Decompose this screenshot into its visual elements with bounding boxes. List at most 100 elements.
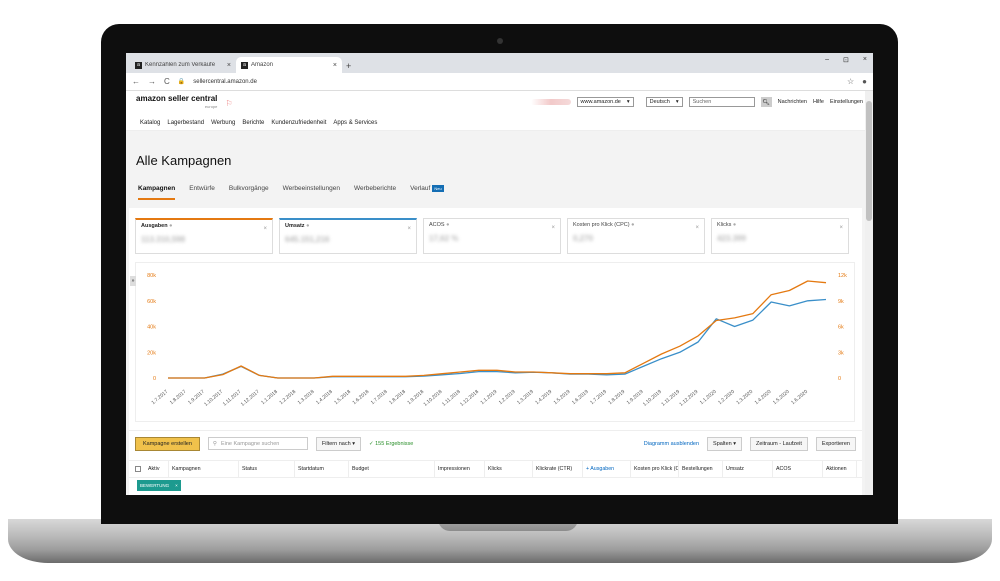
close-icon[interactable]: × xyxy=(263,226,267,232)
help-link[interactable]: Hilfe xyxy=(813,99,824,105)
period-button[interactable]: Zeitraum - Laufzeit xyxy=(750,436,808,451)
filter-button[interactable]: Filtern nach ▾ xyxy=(315,436,361,451)
column-header[interactable]: Kampagnen xyxy=(169,461,239,477)
column-header[interactable]: Budget xyxy=(349,461,435,477)
close-tab-icon[interactable]: × xyxy=(333,62,337,69)
nav-item-inventory[interactable]: Lagerbestand xyxy=(167,120,204,126)
y-left-tick-label: 40k xyxy=(147,325,156,331)
minimize-button[interactable]: – xyxy=(825,56,829,64)
column-header[interactable]: Umsatz xyxy=(723,461,773,477)
column-header[interactable]: ACOS xyxy=(773,461,823,477)
results-count: ✓ 155 Ergebnisse xyxy=(368,440,414,447)
metric-card-spend[interactable]: Ausgaben ● 113.310,598 × xyxy=(135,218,273,254)
header-right: www.amazon.de ▾ Deutsch ▾ Suchen 🔍︎ Nachri… xyxy=(530,97,863,107)
nav-item-customer-satisfaction[interactable]: Kundenzufriedenheit xyxy=(271,120,326,126)
maximize-button[interactable]: ⊡ xyxy=(843,56,849,64)
tab-ad-reports[interactable]: Werbeberichte xyxy=(354,185,396,200)
metric-value: 17,62 % xyxy=(429,234,459,243)
x-tick-label: 1.2.2020 xyxy=(717,389,736,406)
export-button[interactable]: Exportieren xyxy=(815,436,856,451)
language-select[interactable]: Deutsch ▾ xyxy=(645,97,683,107)
x-tick-label: 1.7.2017 xyxy=(151,389,170,406)
metric-label: Klicks ● xyxy=(717,222,737,228)
tab-drafts[interactable]: Entwürfe xyxy=(189,185,215,200)
y-right-tick-label: 12k xyxy=(838,273,847,279)
metric-card-cpc[interactable]: Kosten pro Klick (CPC) ● 0,270 × xyxy=(567,218,705,254)
x-tick-label: 1.3.2018 xyxy=(297,389,316,406)
nav-item-reports[interactable]: Berichte xyxy=(242,120,264,126)
browser-tab-active[interactable]: a Amazon × xyxy=(236,57,342,73)
new-tab-button[interactable]: + xyxy=(346,61,351,71)
metric-card-sales[interactable]: Umsatz ● 645.151,216 × xyxy=(279,218,417,254)
nav-item-advertising[interactable]: Werbung xyxy=(211,120,235,126)
messages-link[interactable]: Nachrichten xyxy=(778,99,807,105)
metric-card-clicks[interactable]: Klicks ● 423.399 × xyxy=(711,218,849,254)
x-tick-label: 1.1.2020 xyxy=(699,389,718,406)
close-icon[interactable]: × xyxy=(695,225,699,231)
filter-chip[interactable]: BEWERTUNG × xyxy=(137,480,181,491)
column-header[interactable]: Startdatum xyxy=(295,461,349,477)
star-icon[interactable]: ☆ xyxy=(847,77,854,86)
collapse-sidebar-icon[interactable]: » xyxy=(130,276,136,286)
metric-card-acos[interactable]: ACOS ● 17,62 % × xyxy=(423,218,561,254)
info-icon: ● xyxy=(732,222,737,228)
performance-chart: » 0 20k 40k 60k 80k 0 3k 6k 9k 12k 1.7.2017 1.8.201… xyxy=(130,262,855,422)
url-field[interactable]: sellercentral.amazon.de xyxy=(193,79,839,85)
x-tick-label: 1.5.2018 xyxy=(333,389,352,406)
browser-tab[interactable]: a Kennzahlen zum Verkäufe × xyxy=(130,57,236,73)
column-header[interactable]: Bestellungen xyxy=(679,461,723,477)
column-header[interactable]: Aktionen xyxy=(823,461,857,477)
window-controls: – ⊡ × xyxy=(825,56,867,64)
column-header[interactable]: Klicks xyxy=(485,461,533,477)
column-header[interactable]: Impressionen xyxy=(435,461,485,477)
tab-history[interactable]: Verlauf Neu xyxy=(410,185,444,200)
tab-ad-settings[interactable]: Werbeeinstellungen xyxy=(283,185,340,200)
tab-label: Amazon xyxy=(251,62,274,68)
search-icon: ⚲ xyxy=(212,440,217,447)
close-window-button[interactable]: × xyxy=(863,56,867,64)
header-search-input[interactable]: Suchen xyxy=(688,97,755,107)
campaign-tabs: Kampagnen Entwürfe Bulkvorgänge Werbeein… xyxy=(138,185,444,200)
tab-campaigns[interactable]: Kampagnen xyxy=(138,185,176,200)
x-tick-label: 1.12.2018 xyxy=(459,389,480,408)
nav-item-catalog[interactable]: Katalog xyxy=(140,120,160,126)
close-tab-icon[interactable]: × xyxy=(227,62,231,69)
column-header[interactable]: Status xyxy=(239,461,295,477)
scrollbar-thumb[interactable] xyxy=(866,101,872,221)
select-all-checkbox[interactable] xyxy=(135,466,141,472)
seller-central-logo[interactable]: amazon seller central europe xyxy=(136,95,217,111)
series-line-umsatz xyxy=(168,298,827,379)
nav-item-apps-services[interactable]: Apps & Services xyxy=(333,120,377,126)
column-header[interactable]: Aktiv xyxy=(145,461,169,477)
metric-label: Umsatz ● xyxy=(285,223,310,229)
hide-chart-link[interactable]: Diagramm ausblenden xyxy=(644,441,699,447)
campaign-toolbar: Kampagne erstellen ⚲ Eine Kampagne suchen… xyxy=(129,430,862,456)
reload-icon[interactable]: C xyxy=(164,77,170,86)
y-left-tick-label: 60k xyxy=(147,299,156,305)
profile-icon[interactable]: ● xyxy=(862,77,867,86)
tab-bulk[interactable]: Bulkvorgänge xyxy=(229,185,269,200)
flag-icon[interactable]: ⚐ xyxy=(225,99,232,108)
x-tick-label: 1.2.2019 xyxy=(498,389,517,406)
x-tick-label: 1.11.2017 xyxy=(222,389,243,408)
close-icon[interactable]: × xyxy=(839,225,843,231)
create-campaign-button[interactable]: Kampagne erstellen xyxy=(135,436,200,451)
column-header[interactable]: + Ausgaben xyxy=(583,461,631,477)
marketplace-select[interactable]: www.amazon.de ▾ xyxy=(576,97,634,107)
close-icon[interactable]: × xyxy=(175,483,178,488)
search-icon[interactable]: 🔍︎ xyxy=(760,97,772,107)
scrollbar[interactable] xyxy=(865,91,873,495)
column-header[interactable]: Kosten pro Klick (CPC) xyxy=(631,461,679,477)
campaign-search-input[interactable]: ⚲ Eine Kampagne suchen xyxy=(207,437,308,450)
metric-label: Ausgaben ● xyxy=(141,223,173,229)
address-bar: ← → C 🔒 sellercentral.amazon.de ☆ ● xyxy=(126,73,873,91)
close-icon[interactable]: × xyxy=(407,226,411,232)
columns-button[interactable]: Spalten ▾ xyxy=(707,436,742,451)
back-icon[interactable]: ← xyxy=(132,77,140,86)
x-tick-label: 1.6.2019 xyxy=(571,389,590,406)
settings-link[interactable]: Einstellungen xyxy=(830,99,863,105)
x-tick-label: 1.11.2018 xyxy=(441,389,462,408)
close-icon[interactable]: × xyxy=(551,225,555,231)
column-header[interactable]: Klickrate (CTR) xyxy=(533,461,583,477)
forward-icon[interactable]: → xyxy=(148,77,156,86)
